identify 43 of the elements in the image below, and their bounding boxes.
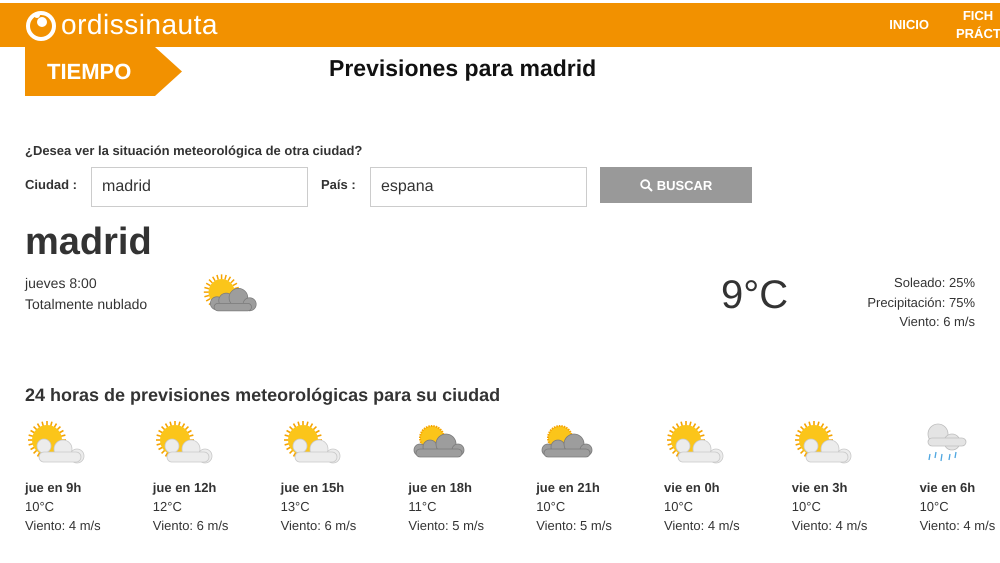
forecast-temperature: 11°C: [408, 498, 436, 516]
forecast-wind: Viento: 5 m/s: [408, 517, 484, 535]
forecast-wind: Viento: 4 m/s: [792, 517, 868, 535]
current-time: jueves 8:00: [25, 274, 98, 293]
forecast-temperature: 12°C: [152, 498, 182, 516]
forecast-temperature: 13°C: [280, 498, 310, 516]
weather-detail: Viento: 6 m/s: [899, 313, 975, 331]
forecast-time: vie en 0h: [664, 479, 720, 497]
forecast-time: vie en 6h: [920, 479, 976, 497]
forecast-title: 24 horas de previsiones meteorológicas para su ciudad: [25, 385, 502, 406]
forecast-temperature: 10°C: [536, 498, 566, 516]
forecast-temperature: 10°C: [664, 498, 694, 516]
forecast-time: jue en 12h: [152, 479, 216, 497]
current-condition: Totalmente nublado: [25, 295, 148, 314]
forecast-wind: Viento: 5 m/s: [536, 517, 612, 535]
city-name: madrid: [25, 220, 153, 265]
logo-icon: [25, 9, 57, 41]
forecast-temperature: 10°C: [920, 498, 949, 516]
city-field[interactable]: madrid: [91, 167, 308, 207]
forecast-time: vie en 3h: [792, 479, 848, 497]
weather-detail: Soleado: 25%: [894, 274, 975, 292]
forecast-temperature: 10°C: [25, 498, 54, 516]
forecast-time: jue en 15h: [280, 479, 344, 497]
country-field[interactable]: espana: [370, 167, 587, 207]
forecast-wind: Viento: 4 m/s: [920, 517, 996, 535]
forecast-time: jue en 21h: [536, 479, 600, 497]
country-label: País :: [321, 177, 357, 192]
logo-text[interactable]: ordissinauta: [61, 11, 218, 39]
forecast-wind: Viento: 6 m/s: [152, 517, 228, 535]
weather-detail: Precipitación: 75%: [867, 294, 975, 312]
forecast-time: jue en 18h: [408, 479, 472, 497]
forecast-wind: Viento: 4 m/s: [664, 517, 740, 535]
search-prompt: ¿Desea ver la situación meteorológica de otra ciudad?: [25, 143, 364, 158]
nav-link[interactable]: INICIO: [889, 16, 929, 34]
forecast-wind: Viento: 4 m/s: [25, 517, 101, 535]
forecast-wind: Viento: 6 m/s: [280, 517, 356, 535]
current-temperature: 9°C: [721, 273, 790, 319]
forecast-temperature: 10°C: [792, 498, 821, 516]
search-button[interactable]: BUSCAR: [600, 167, 752, 203]
forecast-time: jue en 9h: [25, 479, 82, 497]
search-icon: [640, 178, 653, 192]
city-label: Ciudad :: [25, 177, 78, 192]
page-title: Previsiones para madrid: [329, 55, 596, 82]
